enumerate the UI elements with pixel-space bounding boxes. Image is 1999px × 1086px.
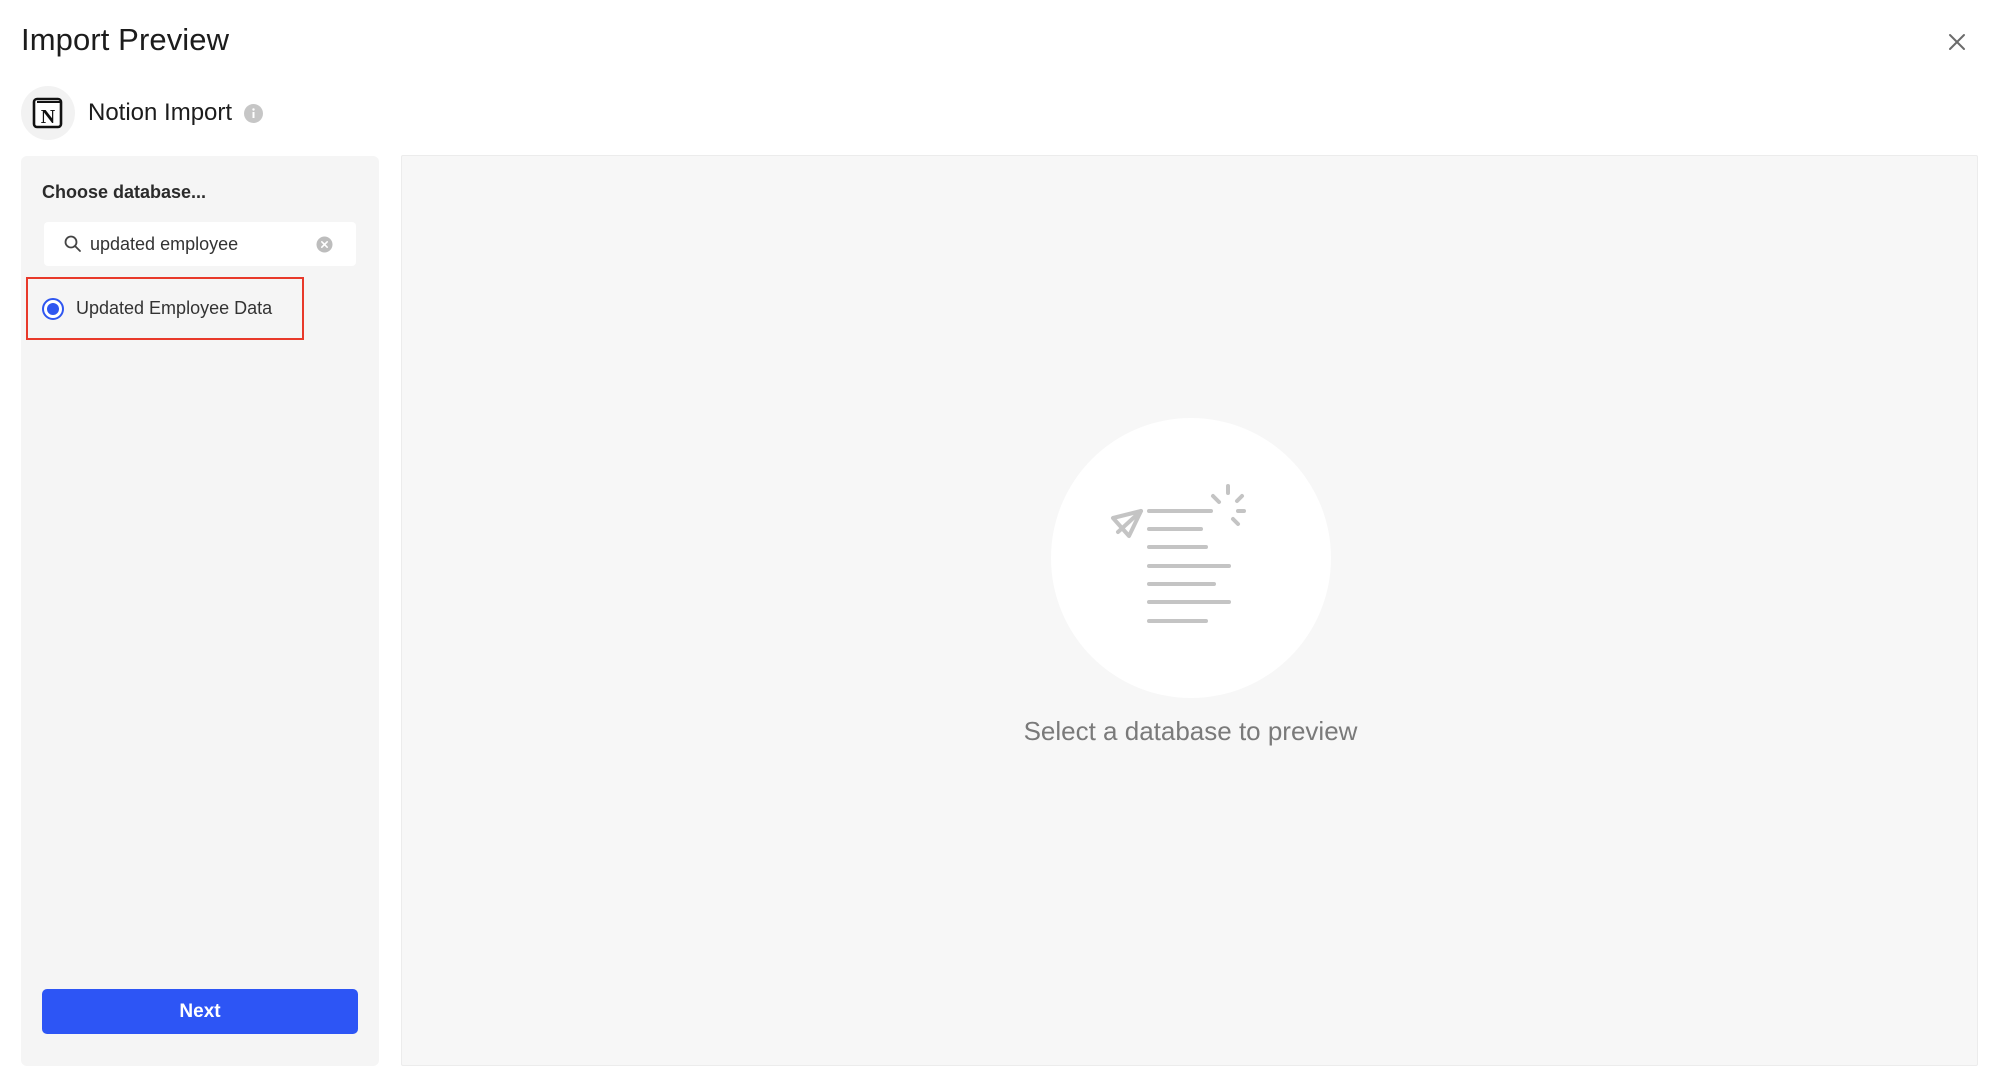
radio-dot	[47, 302, 59, 315]
empty-state-text: Select a database to preview	[1023, 716, 1358, 746]
search-icon	[64, 235, 81, 252]
notion-logo-icon: N	[21, 86, 75, 140]
empty-state-illustration	[1051, 418, 1331, 698]
radio-selected[interactable]	[42, 297, 64, 320]
clear-icon[interactable]	[316, 236, 333, 253]
close-button[interactable]	[1943, 28, 1971, 56]
info-icon[interactable]	[244, 103, 264, 123]
database-option-label: Updated Employee Data	[76, 298, 273, 318]
import-preview-dialog: Import Preview N Notion Import Choose da…	[0, 0, 1999, 1086]
choose-database-label: Choose database...	[42, 182, 207, 202]
document-send-icon	[1111, 484, 1246, 623]
database-option[interactable]: Updated Employee Data	[26, 277, 304, 340]
database-search	[44, 222, 356, 266]
close-icon	[1949, 34, 1965, 50]
notion-logo-letter: N	[41, 106, 56, 128]
preview-panel: Select a database to preview	[401, 155, 1978, 1066]
next-button[interactable]: Next	[42, 989, 358, 1034]
source-label: Notion Import	[88, 99, 233, 126]
source-header: N Notion Import	[21, 86, 264, 140]
search-input[interactable]	[90, 222, 310, 266]
dialog-title: Import Preview	[21, 22, 230, 57]
database-sidebar: Choose database... Updated Employee Data…	[21, 156, 379, 1066]
